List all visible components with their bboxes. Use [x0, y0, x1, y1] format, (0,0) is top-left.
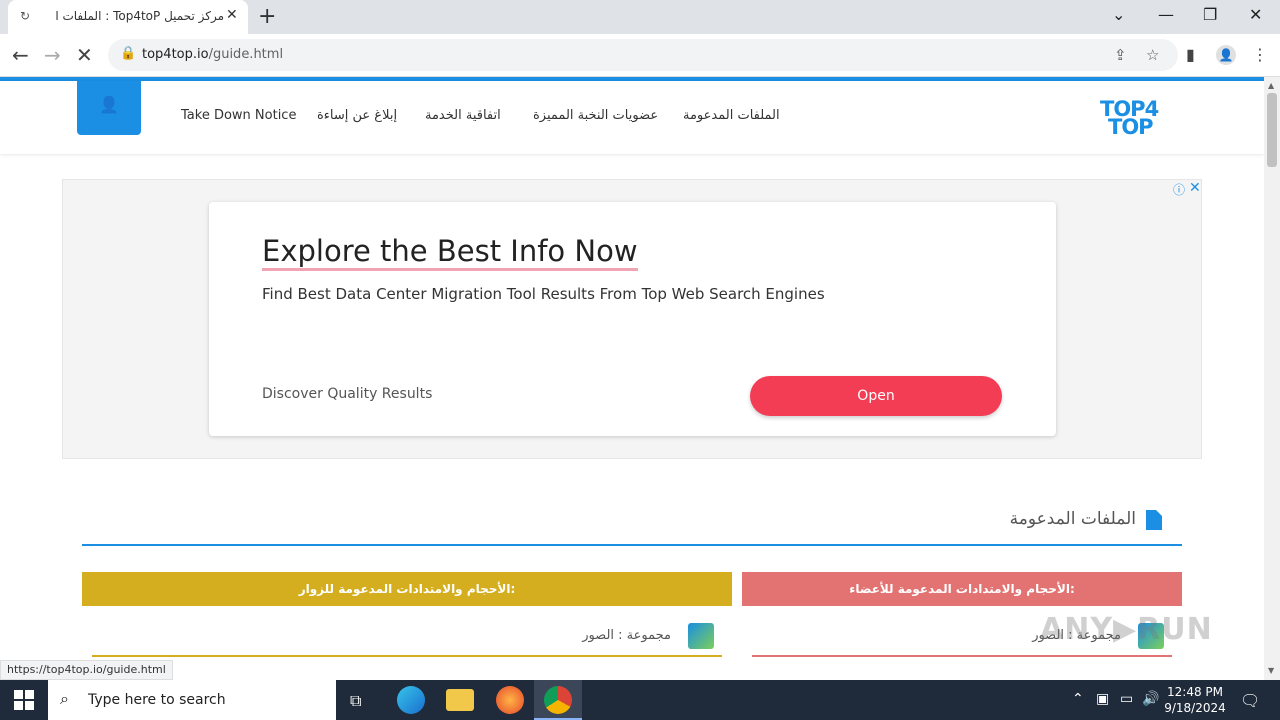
ad-title[interactable]: Explore the Best Info Now — [262, 234, 638, 271]
url-text[interactable]: top4top.io/guide.html — [142, 47, 283, 62]
firefox-icon[interactable] — [496, 686, 524, 714]
ad-info-icon[interactable]: ⓘ — [1173, 181, 1185, 198]
scrollbar[interactable]: ▲ ▼ — [1264, 77, 1280, 680]
chrome-taskbar-button[interactable] — [534, 680, 582, 720]
bookmark-star-icon[interactable]: ☆ — [1146, 46, 1159, 64]
notification-icon[interactable]: 🗨 — [1240, 691, 1260, 710]
search-placeholder: Type here to search — [88, 692, 226, 708]
forward-icon[interactable]: → — [44, 43, 61, 67]
profile-icon[interactable]: 👤 — [1216, 45, 1236, 65]
browser-tab[interactable]: ↻ مركز تحميل Top4toP : الملفات المدعومة … — [8, 0, 248, 34]
taskbar-search[interactable]: ⌕ Type here to search — [48, 680, 336, 720]
ad-container: ⓘ ✕ Explore the Best Info Now Find Best … — [62, 179, 1202, 459]
edge-icon[interactable] — [397, 686, 425, 714]
tab-title: مركز تحميل Top4toP : الملفات المدعومة — [56, 9, 224, 23]
tray-chevron-icon[interactable]: ⌃ — [1072, 691, 1084, 707]
nav-terms[interactable]: اتفاقية الخدمة — [425, 108, 501, 123]
display-icon[interactable]: ▭ — [1120, 691, 1133, 707]
site-logo[interactable]: TOP4 TOP — [1100, 97, 1172, 141]
menu-icon[interactable]: ⋮ — [1252, 45, 1268, 64]
windows-start-icon[interactable] — [14, 690, 34, 710]
browser-toolbar: ← → ✕ 🔒 top4top.io/guide.html ⇪ ☆ ▮ 👤 ⋮ — [0, 34, 1280, 77]
ad-open-button[interactable]: Open — [750, 376, 1002, 416]
address-bar[interactable]: 🔒 top4top.io/guide.html ⇪ ☆ — [108, 39, 1178, 71]
chrome-icon — [544, 686, 572, 714]
scroll-thumb[interactable] — [1267, 93, 1277, 167]
clock[interactable]: 12:48 PM 9/18/2024 — [1162, 684, 1228, 716]
members-divider — [752, 655, 1172, 657]
taskbar: ⌕ Type here to search ⧉ ⌃ ▣ ▭ 🔊 12:48 PM… — [0, 680, 1280, 720]
file-explorer-icon[interactable] — [446, 689, 474, 711]
visitors-bar: الأحجام والامتدادات المدعومة للزوار: — [82, 572, 732, 606]
watermark-logo: ANY▶RUN — [1040, 612, 1213, 647]
visitors-divider — [92, 655, 722, 657]
ad-subtitle: Find Best Data Center Migration Tool Res… — [262, 285, 825, 303]
page-content: 👤 Take Down Notice إبلاغ عن إساءة اتفاقي… — [0, 77, 1264, 680]
nav-report-abuse[interactable]: إبلاغ عن إساءة — [317, 108, 397, 123]
task-view-icon[interactable]: ⧉ — [350, 691, 361, 711]
scroll-down-icon[interactable]: ▼ — [1268, 666, 1274, 675]
lock-icon[interactable]: 🔒 — [120, 46, 136, 61]
ad-card[interactable]: Explore the Best Info Now Find Best Data… — [209, 202, 1056, 436]
file-icon — [1146, 510, 1162, 530]
loading-favicon-icon: ↻ — [20, 9, 31, 23]
ad-close-icon[interactable]: ✕ — [1189, 180, 1201, 196]
section-divider — [82, 544, 1182, 546]
search-icon: ⌕ — [60, 689, 69, 708]
side-panel-icon[interactable]: ▮ — [1186, 45, 1195, 64]
stop-icon[interactable]: ✕ — [76, 43, 93, 67]
close-window-icon[interactable]: ✕ — [1249, 5, 1262, 24]
nav-takedown[interactable]: Take Down Notice — [181, 108, 296, 123]
tab-search-icon[interactable]: ⌄ — [1112, 5, 1125, 24]
user-button[interactable]: 👤 — [77, 81, 141, 135]
image-group-icon — [688, 623, 714, 649]
minimize-icon[interactable]: — — [1158, 5, 1174, 24]
members-bar: الأحجام والامتدادات المدعومة للأعضاء: — [742, 572, 1182, 606]
group-title-visitors: مجموعة : الصور — [582, 628, 671, 643]
nav-supported-files[interactable]: الملفات المدعومة — [683, 108, 780, 123]
scroll-up-icon[interactable]: ▲ — [1268, 81, 1274, 90]
restore-icon[interactable]: ❐ — [1203, 5, 1217, 24]
section-title: الملفات المدعومة — [1009, 509, 1136, 529]
nav-premium[interactable]: عضويات النخبة المميزة — [533, 108, 658, 123]
status-url: https://top4top.io/guide.html — [0, 660, 173, 680]
ad-footer: Discover Quality Results — [262, 386, 433, 402]
volume-icon[interactable]: 🔊 — [1142, 691, 1159, 707]
tab-strip: ↻ مركز تحميل Top4toP : الملفات المدعومة … — [0, 0, 1280, 34]
tab-close-icon[interactable]: ✕ — [226, 7, 238, 23]
share-icon[interactable]: ⇪ — [1114, 46, 1127, 64]
back-icon[interactable]: ← — [12, 43, 29, 67]
user-icon: 👤 — [99, 95, 119, 114]
new-tab-button[interactable]: + — [258, 4, 276, 29]
site-navbar: 👤 Take Down Notice إبلاغ عن إساءة اتفاقي… — [0, 81, 1264, 154]
network-icon[interactable]: ▣ — [1096, 691, 1109, 707]
